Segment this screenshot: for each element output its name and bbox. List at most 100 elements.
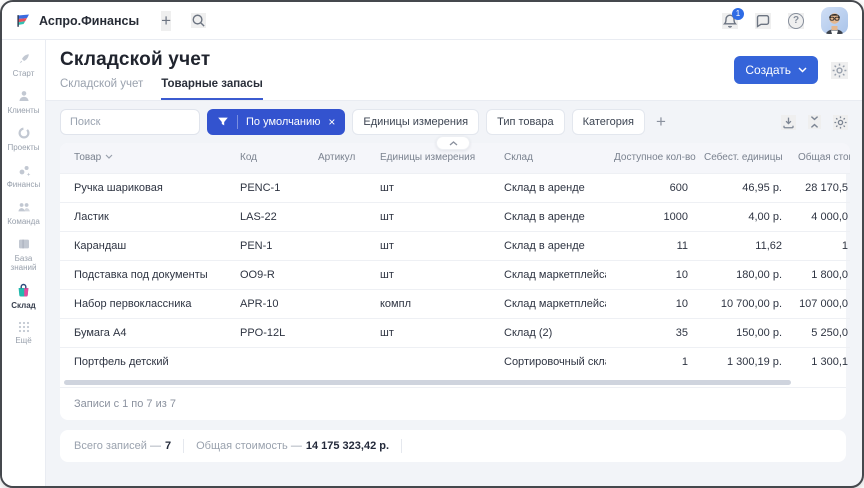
clear-filter-icon[interactable]: × bbox=[328, 116, 335, 128]
total-records-value: 7 bbox=[165, 440, 171, 452]
table-cell: Бумага А4 bbox=[60, 318, 232, 347]
tabs: Складской учет Товарные запасы bbox=[60, 78, 263, 100]
table-cell: Склад маркетплейса bbox=[496, 260, 606, 289]
sidebar-item-finance[interactable]: Финансы bbox=[2, 162, 45, 189]
funnel-icon bbox=[217, 116, 229, 128]
column-header-units[interactable]: Единицы измерения bbox=[372, 143, 496, 173]
collapse-table-button[interactable] bbox=[436, 136, 470, 150]
create-button-label: Создать bbox=[745, 63, 791, 77]
table-cell: 28 170,5 bbox=[790, 173, 850, 202]
table-row[interactable]: Набор первоклассникаAPR-10комплСклад мар… bbox=[60, 289, 850, 318]
chevron-down-icon bbox=[798, 67, 807, 73]
search-input[interactable] bbox=[60, 109, 200, 135]
tab-warehouse-accounting[interactable]: Складской учет bbox=[60, 78, 143, 100]
help-button[interactable]: ? bbox=[788, 13, 804, 29]
table-cell: 4 000,0 bbox=[790, 202, 850, 231]
sidebar-item-start[interactable]: Старт bbox=[2, 51, 45, 78]
tab-inventory[interactable]: Товарные запасы bbox=[161, 78, 263, 100]
table-row[interactable]: Подставка под документыOO9-RштСклад марк… bbox=[60, 260, 850, 289]
projects-icon bbox=[16, 125, 32, 141]
table-cell: шт bbox=[372, 202, 496, 231]
column-header-unit-cost[interactable]: Себест. единицы bbox=[696, 143, 790, 173]
table-row[interactable]: Ручка шариковаяPENC-1штСклад в аренде600… bbox=[60, 173, 850, 202]
table-cell: Ластик bbox=[60, 202, 232, 231]
notifications-button[interactable]: 1 bbox=[722, 13, 738, 29]
filter-chip-category[interactable]: Категория bbox=[572, 109, 645, 135]
table-cell: Склад маркетплейса bbox=[496, 289, 606, 318]
sidebar-label: Старт bbox=[13, 69, 35, 78]
brand[interactable]: Аспро.Финансы bbox=[16, 13, 139, 29]
column-header-warehouse[interactable]: Склад bbox=[496, 143, 606, 173]
app-window: Аспро.Финансы + 1 bbox=[0, 0, 864, 488]
logo-icon bbox=[16, 13, 32, 29]
table-cell: 10 bbox=[606, 260, 696, 289]
page-settings-gear-icon[interactable] bbox=[831, 62, 848, 79]
table-cell: 10 700,00 р. bbox=[696, 289, 790, 318]
sidebar-item-knowledge[interactable]: База знаний bbox=[2, 236, 45, 272]
table-cell bbox=[310, 231, 372, 260]
table-cell: Ручка шариковая bbox=[60, 173, 232, 202]
filter-chip-product-type[interactable]: Тип товара bbox=[486, 109, 565, 135]
sidebar-label: Финансы bbox=[7, 180, 41, 189]
table-cell: 1 300,19 р. bbox=[696, 347, 790, 376]
table-row[interactable]: ЛастикLAS-22штСклад в аренде10004,00 р.4… bbox=[60, 202, 850, 231]
sidebar-label: Команда bbox=[7, 217, 40, 226]
table-row[interactable]: КарандашPEN-1 штСклад в аренде1111,621 bbox=[60, 231, 850, 260]
create-button[interactable]: Создать bbox=[734, 56, 818, 84]
table-cell: Склад в аренде bbox=[496, 173, 606, 202]
table-cell bbox=[310, 318, 372, 347]
column-header-total-cost[interactable]: Общая стоим bbox=[790, 143, 850, 173]
column-header-article[interactable]: Артикул bbox=[310, 143, 372, 173]
table-cell: шт bbox=[372, 231, 496, 260]
sidebar-item-clients[interactable]: Клиенты bbox=[2, 88, 45, 115]
column-header-available-qty[interactable]: Доступное кол-во bbox=[606, 143, 696, 173]
table-cell bbox=[310, 260, 372, 289]
table-cell: 5 250,0 bbox=[790, 318, 850, 347]
table-cell: 600 bbox=[606, 173, 696, 202]
scrollbar-thumb[interactable] bbox=[64, 380, 791, 385]
summary-bar: Всего записей —7 Общая стоимость —14 175… bbox=[60, 430, 846, 462]
main-content: Складской учет Складской учет Товарные з… bbox=[46, 40, 862, 486]
sidebar-label: Проекты bbox=[7, 143, 39, 152]
active-filter-chip[interactable]: По умолчанию × bbox=[207, 109, 345, 135]
table-cell bbox=[310, 347, 372, 376]
global-add-button[interactable]: + bbox=[161, 11, 171, 31]
table-row[interactable]: Бумага А4PPO-12LштСклад (2)35150,00 р.5 … bbox=[60, 318, 850, 347]
table-cell: 1 300,1 bbox=[790, 347, 850, 376]
table-cell: 1 bbox=[790, 231, 850, 260]
sidebar-item-more[interactable]: Ещё bbox=[2, 320, 45, 345]
table-cell: PEN-1 bbox=[232, 231, 310, 260]
clients-icon bbox=[16, 88, 32, 104]
table-cell: Склад в аренде bbox=[496, 231, 606, 260]
table-cell: Карандаш bbox=[60, 231, 232, 260]
column-header-code[interactable]: Код bbox=[232, 143, 310, 173]
filter-chip-units[interactable]: Единицы измерения bbox=[352, 109, 479, 135]
table-cell: PENC-1 bbox=[232, 173, 310, 202]
table-cell bbox=[310, 289, 372, 318]
sidebar-item-projects[interactable]: Проекты bbox=[2, 125, 45, 152]
collapse-rows-icon[interactable] bbox=[808, 115, 821, 129]
horizontal-scrollbar[interactable] bbox=[62, 378, 844, 387]
knowledge-base-icon bbox=[16, 236, 32, 252]
table-row[interactable]: Портфель детскийСортировочный скла11 300… bbox=[60, 347, 850, 376]
table-cell: 11,62 bbox=[696, 231, 790, 260]
download-icon[interactable] bbox=[781, 115, 796, 130]
page-title: Складской учет bbox=[60, 49, 263, 71]
sidebar-label: Склад bbox=[11, 301, 36, 310]
sidebar-item-warehouse[interactable]: Склад bbox=[2, 282, 45, 310]
inventory-table-card: Товар Код Артикул Единицы измерения Скла… bbox=[60, 143, 846, 420]
search-icon[interactable] bbox=[191, 13, 206, 28]
column-header-product[interactable]: Товар bbox=[60, 143, 232, 173]
page-header: Складской учет Складской учет Товарные з… bbox=[46, 40, 862, 101]
table-cell bbox=[310, 202, 372, 231]
table-cell: шт bbox=[372, 318, 496, 347]
user-avatar[interactable] bbox=[821, 7, 848, 34]
table-cell: 107 000,0 bbox=[790, 289, 850, 318]
chat-icon[interactable] bbox=[755, 13, 771, 29]
add-filter-button[interactable]: + bbox=[656, 112, 666, 132]
sidebar-item-team[interactable]: Команда bbox=[2, 199, 45, 226]
table-settings-gear-icon[interactable] bbox=[833, 115, 848, 130]
table-cell: 1 bbox=[606, 347, 696, 376]
table-cell: 11 bbox=[606, 231, 696, 260]
table-cell bbox=[310, 173, 372, 202]
